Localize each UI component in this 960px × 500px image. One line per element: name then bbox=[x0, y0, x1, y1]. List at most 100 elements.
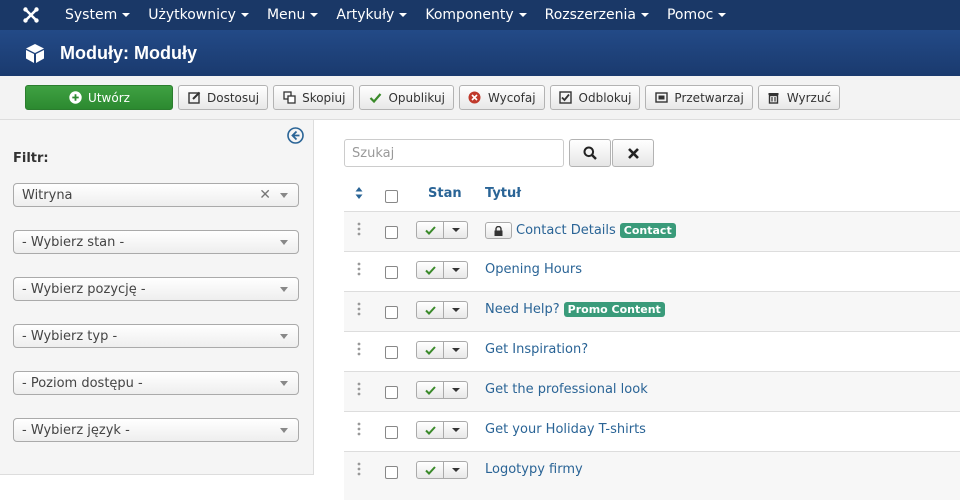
sort-icon[interactable] bbox=[355, 186, 363, 200]
toolbar: Utwórz Dostosuj Skopiuj Opublikuj Wycofa… bbox=[0, 76, 960, 120]
select-all-checkbox[interactable] bbox=[385, 190, 398, 203]
page-title: Moduły: Moduły bbox=[60, 42, 197, 63]
drag-handle-icon[interactable] bbox=[357, 222, 361, 236]
publish-button[interactable]: Opublikuj bbox=[359, 85, 454, 110]
search-input[interactable]: Szukaj bbox=[344, 139, 564, 167]
table-row: Logotypy firmy bbox=[344, 452, 960, 500]
access-select[interactable]: - Poziom dostępu - bbox=[13, 371, 299, 395]
published-check-icon[interactable] bbox=[417, 222, 444, 238]
position-badge: Contact bbox=[619, 223, 676, 238]
module-title-link[interactable]: Logotypy firmy bbox=[485, 462, 583, 477]
published-check-icon[interactable] bbox=[417, 342, 444, 358]
caret-down-icon[interactable] bbox=[444, 222, 467, 238]
status-toggle[interactable] bbox=[416, 341, 468, 359]
drag-handle-icon[interactable] bbox=[357, 302, 361, 316]
chevron-down-icon bbox=[280, 240, 288, 245]
module-title-link[interactable]: Opening Hours bbox=[485, 262, 582, 277]
title-cell: Opening Hours bbox=[485, 262, 582, 277]
batch-button[interactable]: Przetwarzaj bbox=[645, 85, 753, 110]
table-header: Stan Tytuł bbox=[344, 177, 960, 212]
client-select[interactable]: Witryna ✕ bbox=[13, 183, 299, 207]
module-title-link[interactable]: Need Help? bbox=[485, 302, 560, 317]
title-cell: Need Help? Promo Content bbox=[485, 302, 665, 317]
caret-down-icon bbox=[122, 13, 131, 17]
table-row: Get the professional look bbox=[344, 372, 960, 412]
checkbox-icon bbox=[559, 91, 573, 105]
menu-components[interactable]: Komponenty bbox=[416, 0, 535, 30]
row-checkbox[interactable] bbox=[385, 306, 398, 319]
menu-users[interactable]: Użytkownicy bbox=[139, 0, 258, 30]
joomla-logo-icon[interactable] bbox=[14, 0, 48, 30]
published-check-icon[interactable] bbox=[417, 462, 444, 478]
unpublish-button[interactable]: Wycofaj bbox=[458, 85, 545, 110]
menu-system[interactable]: System bbox=[56, 0, 139, 30]
trash-button[interactable]: Wyrzuć bbox=[757, 85, 841, 110]
new-button[interactable]: Utwórz bbox=[25, 85, 173, 110]
status-column-header[interactable]: Stan bbox=[428, 186, 462, 201]
trash-icon bbox=[767, 91, 781, 105]
lock-icon[interactable] bbox=[485, 222, 512, 239]
chevron-down-icon bbox=[280, 381, 288, 386]
batch-icon bbox=[654, 91, 668, 105]
cube-icon bbox=[26, 44, 44, 63]
table-row: Need Help? Promo Content bbox=[344, 292, 960, 332]
caret-down-icon[interactable] bbox=[444, 302, 467, 318]
clear-search-button[interactable] bbox=[612, 139, 654, 167]
copy-icon bbox=[282, 91, 296, 105]
published-check-icon[interactable] bbox=[417, 422, 444, 438]
chevron-down-icon bbox=[280, 334, 288, 339]
caret-down-icon[interactable] bbox=[444, 462, 467, 478]
search-button[interactable] bbox=[569, 139, 611, 167]
drag-handle-icon[interactable] bbox=[357, 342, 361, 356]
caret-down-icon bbox=[240, 13, 249, 17]
module-title-link[interactable]: Get the professional look bbox=[485, 382, 648, 397]
status-toggle[interactable] bbox=[416, 381, 468, 399]
published-check-icon[interactable] bbox=[417, 302, 444, 318]
clear-icon[interactable]: ✕ bbox=[259, 187, 271, 203]
check-icon bbox=[368, 91, 382, 105]
caret-down-icon[interactable] bbox=[444, 342, 467, 358]
module-title-link[interactable]: Contact Details bbox=[516, 223, 616, 238]
drag-handle-icon[interactable] bbox=[357, 262, 361, 276]
row-checkbox[interactable] bbox=[385, 426, 398, 439]
collapse-sidebar-icon[interactable] bbox=[287, 127, 304, 144]
menu-help[interactable]: Pomoc bbox=[658, 0, 735, 30]
row-checkbox[interactable] bbox=[385, 386, 398, 399]
drag-handle-icon[interactable] bbox=[357, 382, 361, 396]
module-title-link[interactable]: Get your Holiday T-shirts bbox=[485, 422, 646, 437]
type-select[interactable]: - Wybierz typ - bbox=[13, 324, 299, 348]
edit-button[interactable]: Dostosuj bbox=[178, 85, 269, 110]
caret-down-icon[interactable] bbox=[444, 262, 467, 278]
language-select[interactable]: - Wybierz język - bbox=[13, 418, 299, 442]
drag-handle-icon[interactable] bbox=[357, 422, 361, 436]
table-row: Opening Hours bbox=[344, 252, 960, 292]
status-toggle[interactable] bbox=[416, 301, 468, 319]
copy-button[interactable]: Skopiuj bbox=[273, 85, 355, 110]
row-checkbox[interactable] bbox=[385, 466, 398, 479]
checkin-button[interactable]: Odblokuj bbox=[549, 85, 641, 110]
status-toggle[interactable] bbox=[416, 261, 468, 279]
published-check-icon[interactable] bbox=[417, 262, 444, 278]
row-checkbox[interactable] bbox=[385, 226, 398, 239]
status-toggle[interactable] bbox=[416, 421, 468, 439]
caret-down-icon[interactable] bbox=[444, 382, 467, 398]
title-column-header[interactable]: Tytuł bbox=[485, 186, 521, 201]
module-title-link[interactable]: Get Inspiration? bbox=[485, 342, 588, 357]
row-checkbox[interactable] bbox=[385, 266, 398, 279]
menu-content[interactable]: Artykuły bbox=[327, 0, 416, 30]
table-row: Get your Holiday T-shirts bbox=[344, 412, 960, 452]
chevron-down-icon bbox=[280, 193, 288, 198]
caret-down-icon[interactable] bbox=[444, 422, 467, 438]
menu-menus[interactable]: Menu bbox=[258, 0, 327, 30]
status-toggle[interactable] bbox=[416, 461, 468, 479]
row-checkbox[interactable] bbox=[385, 346, 398, 359]
status-select[interactable]: - Wybierz stan - bbox=[13, 230, 299, 254]
drag-handle-icon[interactable] bbox=[357, 462, 361, 476]
published-check-icon[interactable] bbox=[417, 382, 444, 398]
menu-extensions[interactable]: Rozszerzenia bbox=[536, 0, 658, 30]
position-select[interactable]: - Wybierz pozycję - bbox=[13, 277, 299, 301]
status-toggle[interactable] bbox=[416, 221, 468, 239]
edit-icon bbox=[187, 91, 201, 105]
top-navbar: System Użytkownicy Menu Artykuły Kompone… bbox=[0, 0, 960, 30]
chevron-down-icon bbox=[280, 287, 288, 292]
